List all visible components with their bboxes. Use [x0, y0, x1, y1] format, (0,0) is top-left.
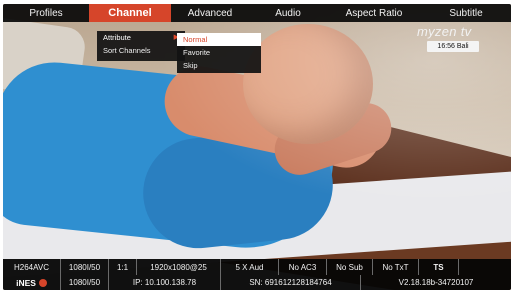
subtitle-status-label: No Sub — [327, 259, 373, 275]
pixel-ratio-label: 1:1 — [109, 259, 137, 275]
submenu-item-normal[interactable]: Normal — [177, 33, 261, 46]
tab-subtitle[interactable]: Subtitle — [421, 4, 511, 22]
stream-type-label: TS — [419, 259, 459, 275]
tab-profiles[interactable]: Profiles — [3, 4, 89, 22]
teletext-status-label: No TxT — [373, 259, 419, 275]
attribute-submenu: Normal Favorite Skip — [177, 33, 261, 73]
firmware-version-label: V2.18.18b-34720107 — [398, 278, 474, 287]
audio-tracks-label: 5 X Aud — [221, 259, 279, 275]
stream-info-bar: H264AVC 1080I/50 1:1 1920x1080@25 5 X Au… — [3, 259, 511, 275]
clock-badge: 16:56 Bali — [427, 41, 479, 52]
ines-logo: iNES — [3, 275, 61, 290]
resolution-label: 1920x1080@25 — [137, 259, 221, 275]
tab-aspect-ratio[interactable]: Aspect Ratio — [327, 4, 421, 22]
tv-screen: Profiles Channel Advanced Audio Aspect R… — [3, 4, 511, 290]
channel-dropdown: Attribute ▶ Sort Channels — [97, 31, 185, 61]
brand-logo: myzen tv — [417, 24, 472, 39]
video-mode-label: 1080I/50 — [61, 259, 109, 275]
menu-item-attribute[interactable]: Attribute ▶ — [97, 31, 185, 44]
info-bar-filler — [459, 259, 511, 275]
top-menu-bar: Profiles Channel Advanced Audio Aspect R… — [3, 4, 511, 22]
submenu-item-skip[interactable]: Skip — [177, 59, 261, 72]
ip-address-label: IP: 10.100.138.78 — [109, 275, 221, 290]
device-status-bar: iNES 1080I/50 IP: 10.100.138.78 SN: 6916… — [3, 275, 511, 290]
menu-item-label: Attribute — [103, 33, 131, 42]
ines-logo-text: iNES — [16, 277, 36, 288]
tab-audio[interactable]: Audio — [249, 4, 327, 22]
tab-channel[interactable]: Channel — [89, 4, 171, 22]
ines-logo-icon — [38, 278, 47, 287]
codec-label: H264AVC — [3, 259, 61, 275]
serial-number-label: SN: 691612128184764 — [221, 275, 361, 290]
submenu-item-favorite[interactable]: Favorite — [177, 46, 261, 59]
tab-advanced[interactable]: Advanced — [171, 4, 249, 22]
ac3-status-label: No AC3 — [279, 259, 327, 275]
menu-item-sort-channels[interactable]: Sort Channels — [97, 44, 185, 57]
status-mode-label: 1080I/50 — [61, 275, 109, 290]
